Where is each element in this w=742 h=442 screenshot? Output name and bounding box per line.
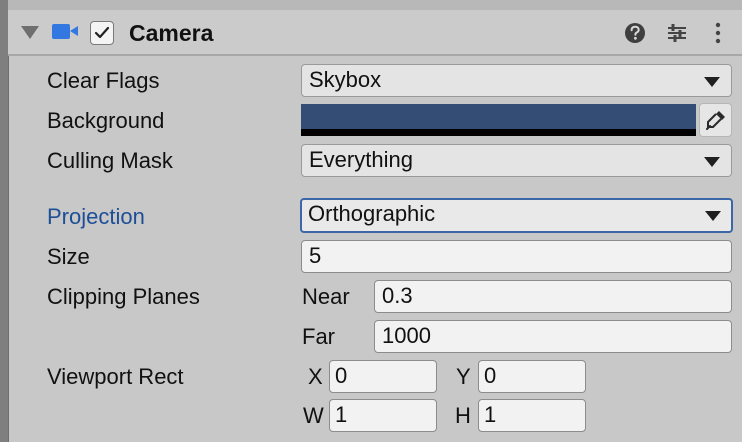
background-label: Background bbox=[47, 108, 165, 133]
clear-flags-label: Clear Flags bbox=[47, 68, 160, 93]
size-input[interactable]: 5 bbox=[301, 240, 732, 273]
background-eyedropper-button[interactable] bbox=[699, 103, 732, 137]
culling-mask-value: Everything bbox=[309, 147, 413, 172]
far-value: 1000 bbox=[382, 323, 431, 348]
viewport-x-input[interactable]: 0 bbox=[329, 360, 437, 393]
background-color-fill bbox=[301, 104, 696, 129]
check-icon bbox=[94, 26, 110, 39]
far-label: Far bbox=[302, 324, 335, 349]
chevron-down-icon bbox=[705, 211, 721, 221]
clipping-planes-label: Clipping Planes bbox=[47, 284, 200, 309]
culling-mask-label: Culling Mask bbox=[47, 148, 173, 173]
projection-value: Orthographic bbox=[308, 201, 436, 226]
viewport-w-input[interactable]: 1 bbox=[329, 399, 437, 432]
background-color-swatch[interactable] bbox=[301, 104, 696, 136]
culling-mask-dropdown[interactable]: Everything bbox=[301, 144, 732, 177]
viewport-h-label: H bbox=[455, 403, 471, 428]
camera-inspector-panel: Camera Clear Flags Skybox Background Cul… bbox=[0, 0, 742, 442]
viewport-h-value: 1 bbox=[484, 402, 497, 427]
size-value: 5 bbox=[309, 243, 322, 268]
clear-flags-value: Skybox bbox=[309, 67, 382, 92]
eyedropper-icon bbox=[706, 111, 725, 130]
help-icon[interactable] bbox=[623, 21, 649, 45]
viewport-y-input[interactable]: 0 bbox=[478, 360, 586, 393]
viewport-h-input[interactable]: 1 bbox=[478, 399, 586, 432]
chevron-down-icon bbox=[704, 77, 720, 87]
component-enabled-checkbox[interactable] bbox=[90, 21, 114, 45]
projection-dropdown[interactable]: Orthographic bbox=[300, 198, 733, 233]
near-input[interactable]: 0.3 bbox=[374, 280, 732, 313]
camera-icon bbox=[52, 24, 78, 39]
viewport-y-label: Y bbox=[456, 364, 471, 389]
projection-label: Projection bbox=[47, 204, 145, 229]
clear-flags-dropdown[interactable]: Skybox bbox=[301, 64, 732, 97]
panel-left-border bbox=[0, 0, 9, 442]
viewport-rect-label: Viewport Rect bbox=[47, 364, 184, 389]
viewport-x-label: X bbox=[308, 364, 323, 389]
far-input[interactable]: 1000 bbox=[374, 320, 732, 353]
viewport-y-value: 0 bbox=[484, 363, 497, 388]
more-vertical-icon[interactable] bbox=[706, 21, 732, 45]
viewport-w-label: W bbox=[303, 403, 324, 428]
size-label: Size bbox=[47, 244, 90, 269]
viewport-x-value: 0 bbox=[335, 363, 348, 388]
preset-sliders-icon[interactable] bbox=[664, 21, 690, 45]
triangle-down-icon[interactable] bbox=[21, 26, 39, 39]
component-header[interactable]: Camera bbox=[8, 10, 742, 56]
viewport-w-value: 1 bbox=[335, 402, 348, 427]
near-value: 0.3 bbox=[382, 283, 413, 308]
near-label: Near bbox=[302, 284, 350, 309]
component-title: Camera bbox=[129, 20, 214, 46]
chevron-down-icon bbox=[704, 157, 720, 167]
